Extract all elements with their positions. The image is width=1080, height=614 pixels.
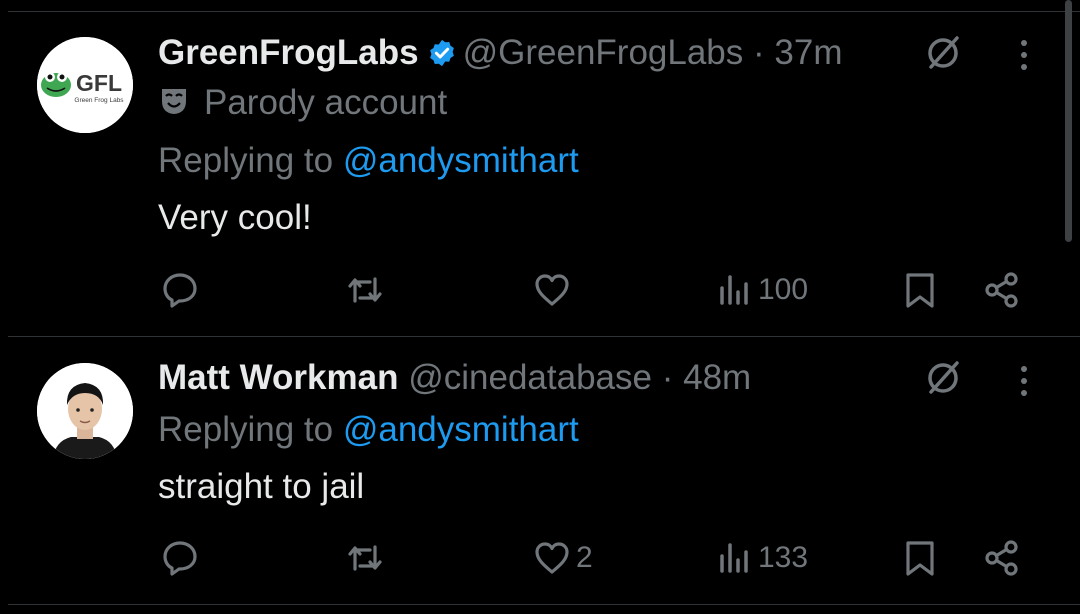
like-button[interactable]: 2 [532,533,593,583]
svg-text:GFL: GFL [76,70,122,96]
repost-button[interactable] [345,265,389,315]
share-icon [985,272,1018,308]
mention-link[interactable]: @andysmithart [343,141,579,180]
parody-label: Parody account [158,82,447,124]
view-count: 100 [758,273,809,306]
scrollbar[interactable] [1065,0,1072,242]
views-icon [720,543,748,573]
gfl-logo: GFL Green Frog Labs [37,37,133,133]
share-button[interactable] [982,265,1022,315]
avatar[interactable]: GFL Green Frog Labs [37,37,133,133]
separator: · [661,358,674,397]
heart-icon [535,274,569,306]
timestamp[interactable]: 48m [683,358,751,397]
tweet-header: GreenFrogLabs @GreenFrogLabs · 37m [158,32,843,74]
action-bar: 2 133 [0,533,1080,583]
svg-text:Green Frog Labs: Green Frog Labs [74,97,124,104]
bookmark-icon [906,541,934,576]
reply-icon [163,273,197,308]
repost-button[interactable] [345,533,389,583]
handle[interactable]: @cinedatabase [408,358,652,397]
replying-to: Replying to @andysmithart [158,409,579,451]
handle[interactable]: @GreenFrogLabs [463,33,744,72]
verified-badge-icon [429,39,454,67]
like-button[interactable] [532,265,576,315]
replying-prefix: Replying to [158,141,334,180]
views-button[interactable]: 133 [714,533,808,583]
avatar[interactable] [37,363,133,459]
action-bar: 100 [0,265,1080,315]
tweet-text: Very cool! [158,198,312,237]
tweet[interactable]: GFL Green Frog Labs GreenFrogLabs @GreenF… [0,12,1080,337]
like-count: 2 [576,541,593,574]
timestamp[interactable]: 37m [774,33,842,72]
repost-icon [348,545,382,571]
replying-to: Replying to @andysmithart [158,140,579,182]
reply-button[interactable] [160,265,204,315]
more-options-icon[interactable] [1014,35,1034,75]
tweet-header: Matt Workman @cinedatabase · 48m [158,357,751,399]
view-count: 133 [758,541,809,574]
repost-icon [348,277,382,303]
replying-prefix: Replying to [158,410,334,449]
display-name[interactable]: GreenFrogLabs [158,33,419,72]
grok-icon[interactable] [922,32,964,74]
views-button[interactable]: 100 [714,265,808,315]
bookmark-icon [906,273,934,308]
profile-photo [37,363,133,459]
label-text: Parody account [204,83,448,122]
tweet-text: straight to jail [158,467,365,506]
share-icon [985,540,1018,576]
grok-icon[interactable] [922,357,964,399]
theater-mask-icon [162,89,186,114]
more-options-icon[interactable] [1014,361,1034,401]
views-icon [720,275,748,305]
mention-link[interactable]: @andysmithart [343,410,579,449]
tweet[interactable]: Matt Workman @cinedatabase · 48m Replyin… [0,337,1080,605]
separator: · [753,33,765,72]
tweet-divider [8,604,1080,605]
heart-icon [535,542,569,574]
display-name[interactable]: Matt Workman [158,358,399,397]
reply-icon [163,541,197,576]
bookmark-button[interactable] [900,265,940,315]
reply-button[interactable] [160,533,204,583]
share-button[interactable] [982,533,1022,583]
bookmark-button[interactable] [900,533,940,583]
